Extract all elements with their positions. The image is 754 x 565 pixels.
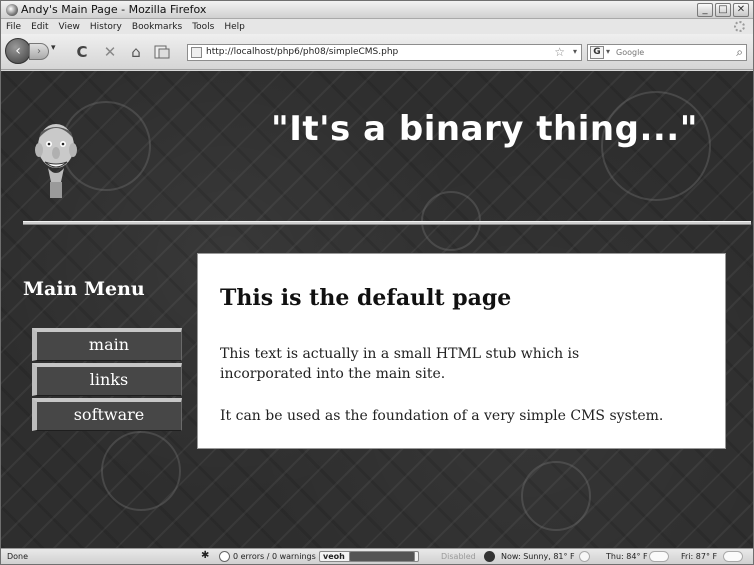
site-header-quote: "It's a binary thing..." [271, 109, 698, 149]
url-text[interactable]: http://localhost/php6/ph08/simpleCMS.php [206, 47, 398, 57]
disabled-status-text: Disabled [441, 552, 476, 561]
back-button[interactable]: ‹ [5, 38, 31, 64]
window-title: Andy's Main Page - Mozilla Firefox [21, 3, 207, 16]
search-input[interactable] [616, 46, 728, 59]
close-button[interactable]: ✕ [733, 3, 749, 17]
minimize-button[interactable]: _ [697, 3, 713, 17]
page-heading: This is the default page [220, 285, 512, 311]
sun-icon [579, 551, 590, 562]
bookmark-star-icon[interactable]: ☆ [554, 45, 565, 59]
intro-paragraph: This text is actually in a small HTML st… [220, 346, 580, 382]
addon-puzzle-icon[interactable]: ✱ [201, 550, 209, 561]
menu-bar: File Edit View History Bookmarks Tools H… [1, 19, 753, 34]
menu-file[interactable]: File [6, 22, 21, 32]
status-bar: Done ✱ 0 errors / 0 warnings veoh Disabl… [1, 548, 753, 564]
site-favicon-icon [191, 47, 202, 58]
search-engine-icon[interactable]: G [590, 46, 604, 59]
browser-window: Andy's Main Page - Mozilla Firefox _ □ ✕… [0, 0, 754, 565]
menu-bookmarks[interactable]: Bookmarks [132, 22, 182, 32]
maximize-button[interactable]: □ [715, 3, 731, 17]
header-divider [23, 221, 751, 225]
status-text: Done [7, 552, 29, 561]
menu-view[interactable]: View [59, 22, 80, 32]
search-go-icon[interactable]: ⌕ [736, 45, 743, 60]
home-icon[interactable]: ⌂ [127, 43, 145, 61]
navigation-toolbar: ‹ › ▾ C ✕ ⌂ http://localhost/php6/ph08/s… [1, 34, 753, 70]
error-console-icon[interactable] [219, 551, 230, 562]
weather-thu-text[interactable]: Thu: 84° F [606, 552, 648, 561]
menu-help[interactable]: Help [224, 22, 245, 32]
globe-icon[interactable] [484, 551, 495, 562]
cartoon-face-avatar [35, 124, 77, 198]
veoh-progress-bar [349, 551, 415, 562]
weather-fri-text[interactable]: Fri: 87° F [681, 552, 717, 561]
menu-edit[interactable]: Edit [31, 22, 48, 32]
firefox-icon [6, 4, 18, 16]
cloud-icon [649, 551, 669, 562]
page-content: "It's a binary thing..." Main Menu main … [1, 71, 753, 548]
menu-link-software[interactable]: software [32, 398, 182, 431]
veoh-addon-label: veoh [323, 552, 345, 561]
bookmark-page-icon[interactable] [153, 43, 171, 61]
main-menu-heading: Main Menu [23, 278, 145, 300]
forward-button[interactable]: › [29, 43, 49, 60]
menu-link-links[interactable]: links [32, 363, 182, 396]
cloud-icon [723, 551, 743, 562]
search-engine-dropdown-icon[interactable]: ▾ [606, 47, 610, 56]
window-controls: _ □ ✕ [697, 3, 749, 17]
cms-paragraph: It can be used as the foundation of a ve… [220, 408, 664, 424]
title-bar: Andy's Main Page - Mozilla Firefox _ □ ✕ [1, 1, 753, 19]
reload-icon[interactable]: C [73, 43, 91, 61]
menu-tools[interactable]: Tools [192, 22, 214, 32]
error-count-text[interactable]: 0 errors / 0 warnings [233, 552, 316, 561]
url-dropdown-icon[interactable]: ▾ [573, 47, 577, 56]
weather-now-text[interactable]: Now: Sunny, 81° F [501, 552, 575, 561]
content-panel: This is the default page This text is ac… [197, 253, 726, 449]
menu-link-main[interactable]: main [32, 328, 182, 361]
menu-history[interactable]: History [90, 22, 122, 32]
stop-icon[interactable]: ✕ [101, 43, 119, 61]
search-bar: G ▾ ⌕ [587, 44, 747, 61]
circuit-decoration [101, 431, 181, 511]
url-bar[interactable]: http://localhost/php6/ph08/simpleCMS.php… [187, 44, 582, 61]
activity-throbber-icon [734, 21, 745, 32]
circuit-decoration [521, 461, 591, 531]
history-dropdown-icon[interactable]: ▾ [51, 43, 56, 53]
